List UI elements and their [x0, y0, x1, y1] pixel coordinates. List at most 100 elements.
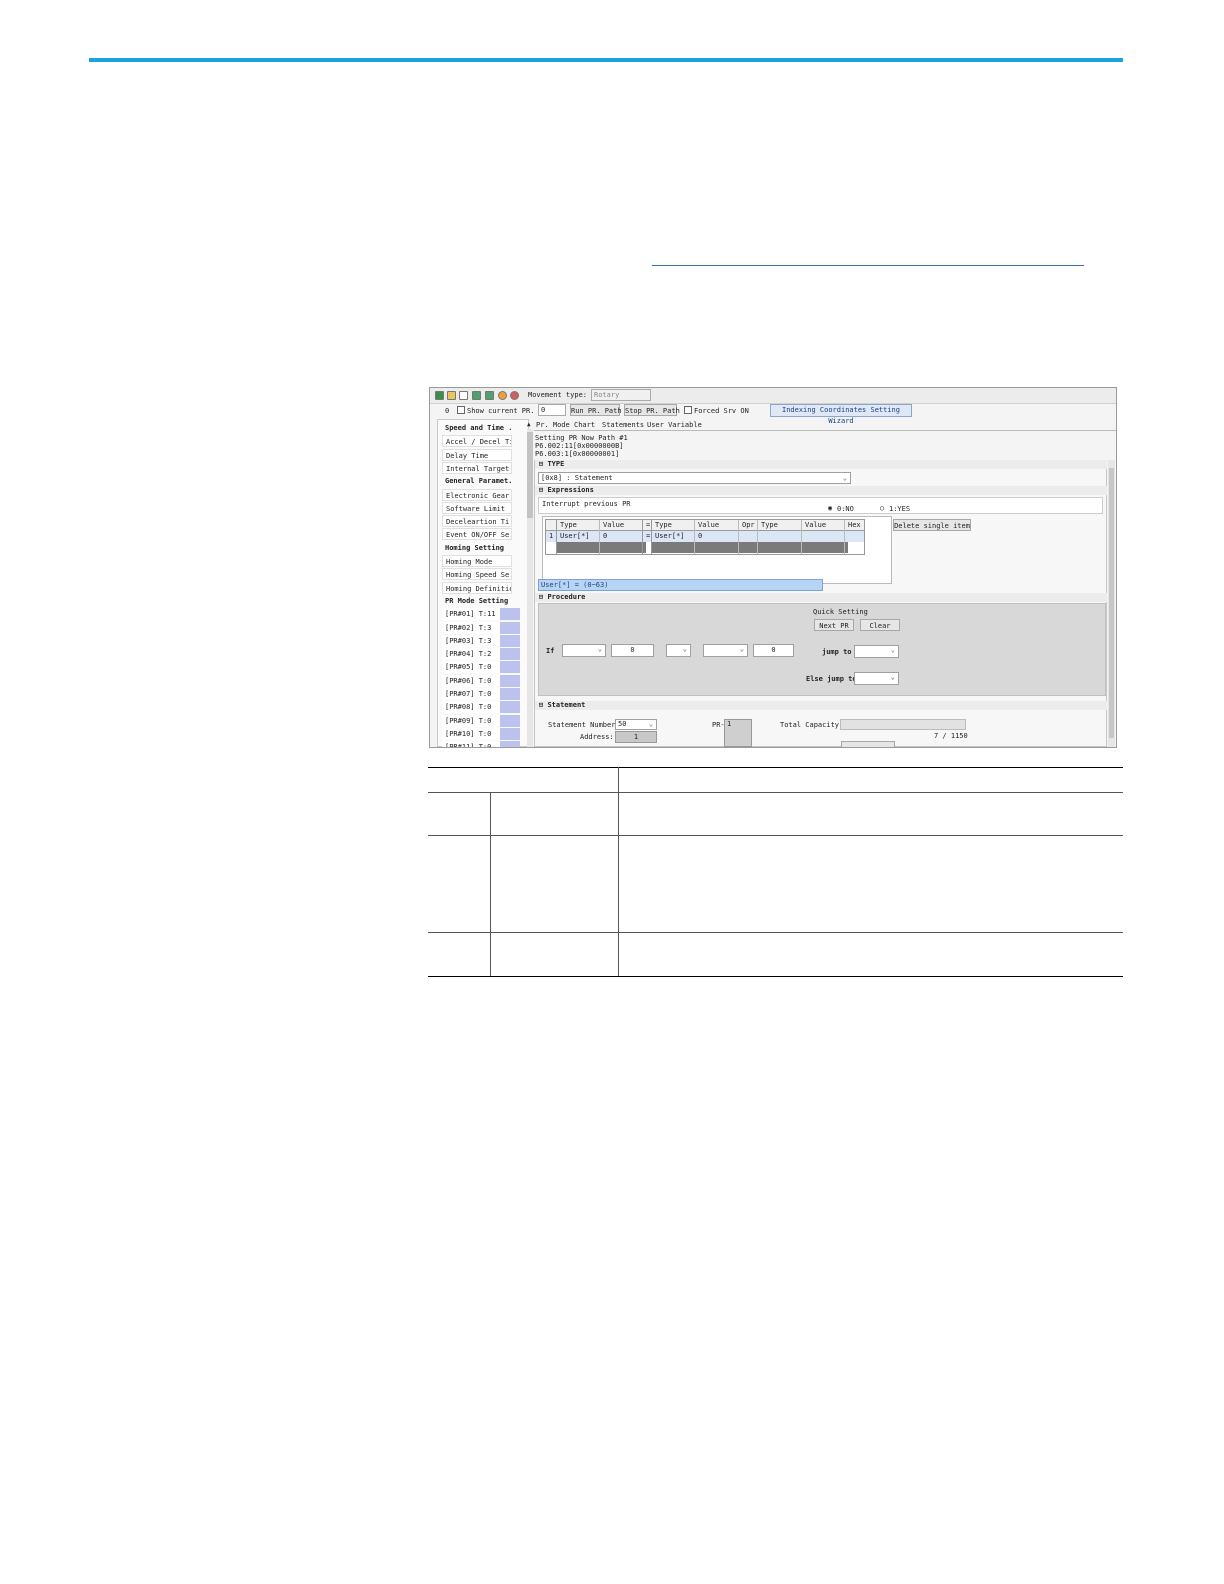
main-scroll-thumb[interactable]: [1109, 468, 1114, 738]
grid-new-row-left[interactable]: [556, 542, 646, 553]
clear-button[interactable]: Clear: [860, 619, 900, 631]
if-right-type-select[interactable]: ⌄: [703, 644, 748, 657]
sidebar-item[interactable]: Homing Mode: [442, 555, 512, 567]
table-column-divider: [618, 767, 619, 977]
sidebar-item-label: Internal Target...: [446, 464, 511, 473]
scroll-up-arrow-icon[interactable]: ▲: [527, 421, 531, 428]
forced-srv-on-checkbox[interactable]: [684, 406, 692, 414]
statement-number-value: 50: [618, 720, 627, 728]
address-value: 1: [633, 733, 639, 741]
grid-new-row-right[interactable]: [652, 542, 848, 553]
sidebar-item-label: PR Mode Setting: [445, 596, 509, 605]
if-right-value: 0: [771, 646, 776, 654]
new-document-icon[interactable]: [459, 391, 468, 400]
sidebar-item-label: Software Limit: [446, 504, 506, 513]
sidebar-scroll-thumb[interactable]: [527, 432, 533, 518]
sidebar-item-label: [PR#09] T:0: [445, 716, 492, 725]
movement-type-select[interactable]: Rotary: [591, 389, 651, 401]
stop-pr-path-button[interactable]: Stop PR. Path: [624, 404, 680, 416]
sidebar-item[interactable]: Electronic Gear...: [442, 488, 512, 501]
pr-path-input[interactable]: 0: [538, 404, 566, 416]
expressions-section-title: Expressions: [547, 486, 594, 494]
search-icon[interactable]: [510, 391, 519, 400]
show-current-pr-label: Show current PR.: [467, 407, 535, 415]
jump-to-select[interactable]: ⌄: [854, 645, 899, 658]
sidebar-item-label: [PR#07] T:0: [445, 690, 492, 698]
type-select[interactable]: [0x8] : Statement ⌄: [538, 472, 851, 484]
tab-statements[interactable]: Statements: [602, 421, 644, 429]
parameter-tree: Speed and Time ... Accel / Decel Time Dela…: [437, 419, 533, 748]
if-left-value-input[interactable]: 0: [611, 644, 654, 657]
hyperlink-underline[interactable]: [652, 265, 1084, 266]
grid-col-divider: [599, 520, 600, 554]
if-label: If: [546, 647, 555, 655]
address-field: 1: [615, 731, 657, 743]
pr-status-bar: [500, 674, 520, 687]
grid-cell-equals: =: [646, 532, 651, 540]
tab-divider: [534, 430, 1116, 431]
type-section-header[interactable]: ⊟ TYPE: [535, 460, 1107, 469]
sidebar-item[interactable]: Homing Definition: [442, 581, 512, 594]
path-line-2: P6.003:1[0x00000001]: [535, 450, 620, 458]
radio-no-label: 0:NO: [837, 505, 854, 513]
sidebar-item[interactable]: Homing Setting: [442, 542, 512, 554]
tab-chart[interactable]: Chart: [574, 421, 595, 429]
sidebar-item[interactable]: Delay Time: [442, 448, 512, 461]
sidebar-item-label: Event ON/OFF Se...: [446, 531, 511, 540]
statement-action-button[interactable]: [841, 741, 895, 747]
statement-number-select[interactable]: 50 ⌄: [615, 719, 657, 730]
sidebar-item[interactable]: Software Limit: [442, 501, 512, 514]
table-bottom-rule: [428, 976, 1123, 977]
fire-icon[interactable]: [498, 391, 507, 400]
forced-srv-on-label: Forced Srv ON: [694, 407, 749, 415]
grid-cell-value: 0: [603, 532, 608, 540]
sidebar-item[interactable]: PR Mode Setting: [442, 595, 512, 607]
sidebar-item-label: [PR#11] T:0: [445, 743, 492, 748]
if-left-type-select[interactable]: ⌄: [562, 644, 606, 657]
export-icon[interactable]: [485, 391, 494, 400]
sidebar-item[interactable]: Event ON/OFF Se...: [442, 528, 512, 541]
grid-col-divider: [556, 520, 557, 554]
run-pr-path-button[interactable]: Run PR. Path: [570, 404, 622, 416]
expressions-section-header[interactable]: ⊟ Expressions: [535, 486, 1107, 495]
address-label: Address:: [580, 733, 614, 741]
open-folder-icon[interactable]: [447, 391, 456, 400]
toolbar: Movement type: Rotary: [430, 388, 1116, 404]
procedure-section-header[interactable]: ⊟ Procedure: [535, 593, 1107, 602]
show-current-pr-checkbox[interactable]: [457, 406, 465, 414]
import-icon[interactable]: [472, 391, 481, 400]
sidebar-item[interactable]: Speed and Time ...: [442, 422, 512, 434]
if-operator-select[interactable]: ⌄: [666, 644, 691, 657]
sidebar-item[interactable]: Internal Target...: [442, 461, 512, 474]
table-row-rule: [428, 835, 1123, 836]
statement-number-label: Statement Number:: [548, 721, 620, 729]
sidebar-item[interactable]: Accel / Decel Time: [442, 435, 512, 448]
pr-status-bar: [500, 714, 520, 727]
delete-single-item-button[interactable]: Delete single item: [893, 519, 971, 531]
radio-yes-icon[interactable]: ○: [880, 504, 884, 512]
grid-row-1[interactable]: [546, 531, 864, 542]
sidebar-item-label: Electronic Gear...: [446, 491, 511, 500]
tab-pr-mode[interactable]: Pr. Mode: [536, 421, 570, 429]
radio-no-icon[interactable]: ◉: [828, 504, 832, 512]
table-row-rule: [428, 932, 1123, 933]
tab-user-variable[interactable]: User Variable: [647, 421, 702, 429]
sidebar-item[interactable]: General Paramet...: [442, 475, 512, 487]
sidebar-item-label: Delay Time: [446, 451, 489, 460]
sidebar-item[interactable]: Homing Speed Se...: [442, 568, 512, 581]
sidebar-item[interactable]: Deceleartion Ti...: [442, 515, 512, 528]
save-icon[interactable]: [435, 391, 444, 400]
expression-grid[interactable]: Type Value = Type Value Opr Type Value H…: [545, 519, 865, 555]
next-pr-button[interactable]: Next PR: [814, 619, 854, 631]
indexing-wizard-button[interactable]: Indexing Coordinates Setting Wizard: [770, 404, 912, 425]
if-right-value-input[interactable]: 0: [753, 644, 794, 657]
path-line-1: P6.002:11[0x0000000B]: [535, 442, 624, 450]
grid-header-equals: =: [646, 521, 651, 529]
statement-section-header[interactable]: ⊟ Statement: [535, 701, 1107, 710]
if-left-value: 0: [630, 646, 635, 654]
pr-field: 1: [724, 719, 752, 747]
else-jump-to-select[interactable]: ⌄: [854, 672, 899, 685]
grid-cell-value-2: 0: [698, 532, 703, 540]
sidebar-item-label: [PR#02] T:3: [445, 623, 492, 632]
grid-header-type-3: Type: [761, 521, 778, 529]
